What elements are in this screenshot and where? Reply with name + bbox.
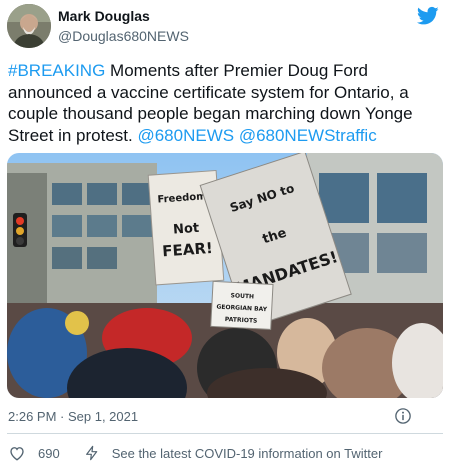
svg-text:SOUTH: SOUTH bbox=[230, 292, 254, 300]
author-name[interactable]: Mark Douglas bbox=[58, 8, 150, 24]
svg-text:FEAR!: FEAR! bbox=[162, 239, 214, 260]
info-icon[interactable] bbox=[394, 407, 412, 425]
tweet-card: Mark Douglas @Douglas680NEWS #BREAKING M… bbox=[0, 0, 449, 464]
lightning-icon bbox=[85, 445, 97, 461]
mention-680newstraffic-link[interactable]: @680NEWStraffic bbox=[239, 126, 377, 145]
like-count[interactable]: 690 bbox=[38, 446, 60, 461]
action-bar: 690 See the latest COVID-19 information … bbox=[8, 443, 382, 463]
tweet-text: #BREAKING Moments after Premier Doug For… bbox=[8, 60, 444, 146]
tweet-timestamp[interactable]: 2:26 PM · Sep 1, 2021 bbox=[8, 409, 138, 424]
covid-info-link[interactable]: See the latest COVID-19 information on T… bbox=[112, 446, 383, 461]
heart-icon[interactable] bbox=[8, 444, 26, 462]
tweet-video[interactable]: Freedom, Not FEAR! Say NO to the MANDATE… bbox=[7, 153, 443, 398]
divider bbox=[7, 433, 443, 434]
protest-video-frame: Freedom, Not FEAR! Say NO to the MANDATE… bbox=[7, 153, 443, 398]
author-handle[interactable]: @Douglas680NEWS bbox=[58, 28, 189, 44]
hashtag-link[interactable]: #BREAKING bbox=[8, 61, 105, 80]
mention-680news-link[interactable]: @680NEWS bbox=[137, 126, 234, 145]
twitter-bird-icon[interactable] bbox=[417, 6, 439, 26]
svg-text:Not: Not bbox=[173, 221, 200, 238]
avatar[interactable] bbox=[7, 4, 51, 48]
